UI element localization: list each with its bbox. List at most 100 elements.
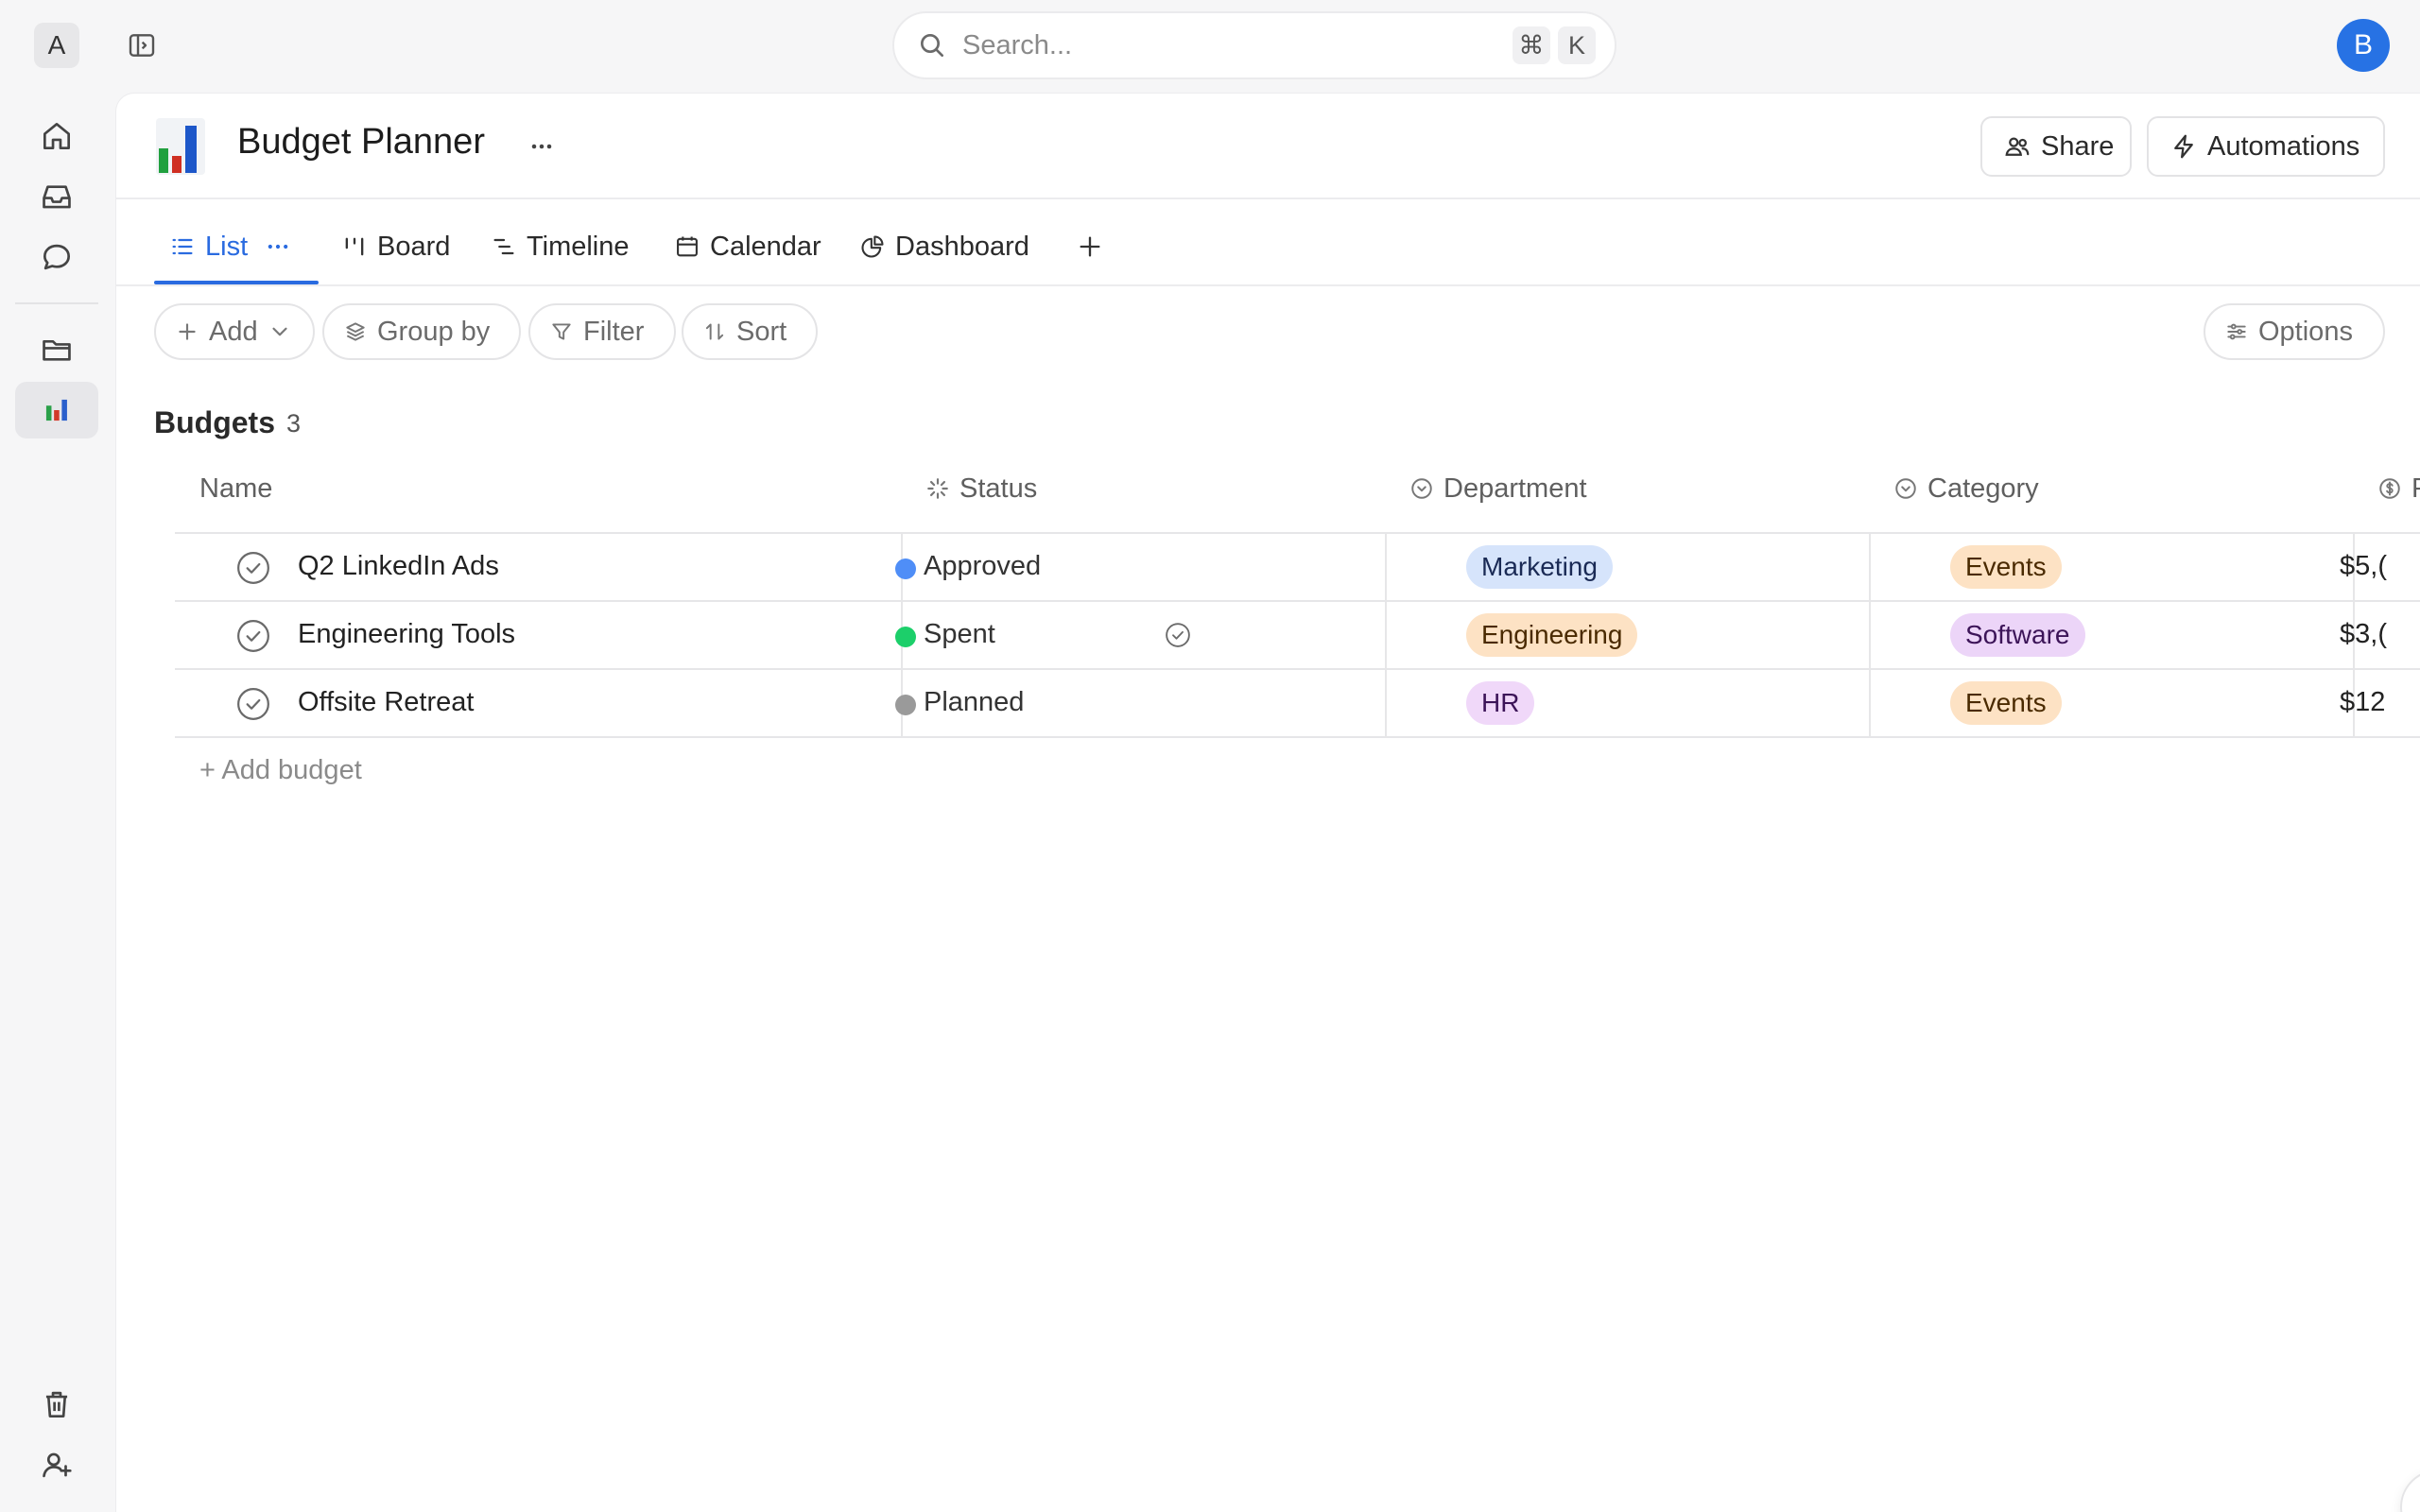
column-category-label: Category <box>1927 472 2039 504</box>
sort-icon <box>702 319 736 344</box>
folder-icon[interactable] <box>15 321 98 378</box>
add-budget-button[interactable]: + Add budget <box>199 755 362 786</box>
more-options-icon[interactable] <box>523 128 561 165</box>
group-by-label: Group by <box>377 316 491 347</box>
category-tag[interactable]: Events <box>1950 545 2062 589</box>
department-tag[interactable]: HR <box>1466 681 1535 725</box>
column-header-status[interactable]: Status <box>925 462 1037 515</box>
tab-dashboard[interactable]: Dashboard <box>859 220 1029 273</box>
tabs-divider <box>116 284 2420 286</box>
lightning-icon <box>2169 132 2207 161</box>
options-button[interactable]: Options <box>2204 303 2385 360</box>
sliders-icon <box>2224 319 2258 344</box>
table-row[interactable]: Offsite Retreat Planned HR Events $12 <box>175 670 2420 736</box>
category-tag[interactable]: Software <box>1950 613 2085 657</box>
calendar-icon <box>674 233 710 260</box>
status-dot <box>895 695 916 715</box>
tab-timeline[interactable]: Timeline <box>491 220 630 273</box>
complete-check-icon[interactable] <box>235 686 271 722</box>
column-header-category[interactable]: Category <box>1893 462 2039 515</box>
complete-check-icon[interactable] <box>235 550 271 586</box>
status-dot <box>895 558 916 579</box>
rail-divider <box>15 302 98 304</box>
column-department-label: Department <box>1443 472 1587 504</box>
header-divider <box>116 198 2420 199</box>
select-circle-icon <box>1893 476 1927 501</box>
share-label: Share <box>2041 130 2115 162</box>
status-dot <box>895 627 916 647</box>
timeline-icon <box>491 233 527 260</box>
layers-icon <box>343 319 377 344</box>
tab-timeline-label: Timeline <box>527 231 630 262</box>
row-name[interactable]: Offsite Retreat <box>298 687 474 718</box>
column-header-name[interactable]: Name <box>199 462 272 515</box>
filter-button[interactable]: Filter <box>528 303 676 360</box>
chat-icon[interactable] <box>15 229 98 285</box>
amount-value[interactable]: $12 <box>2340 687 2385 718</box>
status-label[interactable]: Planned <box>924 687 1024 718</box>
tab-board-label: Board <box>377 231 451 262</box>
top-bar: A Search... ⌘ K B <box>0 0 2420 91</box>
search-bar[interactable]: Search... ⌘ K <box>892 11 1616 79</box>
page-title: Budget Planner <box>237 122 485 162</box>
board-icon <box>341 233 377 260</box>
row-name[interactable]: Engineering Tools <box>298 619 515 650</box>
workspace-avatar[interactable]: A <box>34 23 79 68</box>
status-label[interactable]: Approved <box>924 551 1041 582</box>
column-name-label: Name <box>199 472 273 504</box>
project-chart-icon <box>156 118 205 175</box>
shortcut-cmd-key: ⌘ <box>1512 26 1550 64</box>
tab-board[interactable]: Board <box>341 220 450 273</box>
filter-label: Filter <box>583 316 645 347</box>
status-label[interactable]: Spent <box>924 619 995 650</box>
select-circle-icon <box>1409 476 1443 501</box>
tab-list[interactable]: List <box>169 220 301 273</box>
share-button[interactable]: Share <box>1980 116 2132 177</box>
section-title: Budgets <box>154 405 275 439</box>
column-header-price[interactable]: P <box>2377 462 2420 515</box>
tab-list-label: List <box>205 231 249 262</box>
search-icon <box>917 30 947 60</box>
users-icon <box>2003 132 2041 161</box>
group-by-button[interactable]: Group by <box>322 303 521 360</box>
category-tag[interactable]: Events <box>1950 681 2062 725</box>
table-row[interactable]: Q2 LinkedIn Ads Approved Marketing Event… <box>175 534 2420 600</box>
shortcut-k-key: K <box>1558 26 1596 64</box>
main-panel: Budget Planner Share Automations List Bo… <box>115 93 2420 1512</box>
search-input[interactable]: Search... <box>962 30 1505 61</box>
budget-project-icon[interactable] <box>15 382 98 438</box>
department-tag[interactable]: Marketing <box>1466 545 1613 589</box>
inbox-icon[interactable] <box>15 168 98 225</box>
automations-label: Automations <box>2207 130 2360 162</box>
table-row[interactable]: Engineering Tools Spent Engineering Soft… <box>175 602 2420 668</box>
amount-value[interactable]: $3,( <box>2340 619 2387 650</box>
dollar-circle-icon <box>2377 476 2411 501</box>
filter-icon <box>549 319 583 344</box>
department-tag[interactable]: Engineering <box>1466 613 1638 657</box>
sidebar-toggle-icon[interactable] <box>127 30 157 60</box>
list-icon <box>169 233 205 260</box>
column-header-department[interactable]: Department <box>1409 462 1587 515</box>
sort-button[interactable]: Sort <box>682 303 818 360</box>
table-divider <box>175 736 2420 738</box>
ai-assistant-button[interactable] <box>2400 1469 2420 1512</box>
plus-icon <box>1077 233 1113 260</box>
trash-icon[interactable] <box>15 1376 98 1433</box>
status-loader-icon <box>925 476 959 501</box>
section-count: 3 <box>286 409 302 438</box>
add-button[interactable]: Add <box>154 303 315 360</box>
tab-calendar[interactable]: Calendar <box>674 220 821 273</box>
add-view-button[interactable] <box>1077 220 1113 273</box>
column-status-label: Status <box>959 472 1038 504</box>
user-avatar[interactable]: B <box>2337 19 2390 72</box>
column-price-label: P <box>2411 473 2420 505</box>
home-icon[interactable] <box>15 108 98 164</box>
status-done-check-icon <box>1164 621 1192 649</box>
row-name[interactable]: Q2 LinkedIn Ads <box>298 551 499 582</box>
chevron-down-icon <box>268 319 302 344</box>
amount-value[interactable]: $5,( <box>2340 551 2387 582</box>
automations-button[interactable]: Automations <box>2147 116 2385 177</box>
invite-user-icon[interactable] <box>15 1436 98 1493</box>
tab-list-more-icon[interactable] <box>265 233 301 260</box>
complete-check-icon[interactable] <box>235 618 271 654</box>
